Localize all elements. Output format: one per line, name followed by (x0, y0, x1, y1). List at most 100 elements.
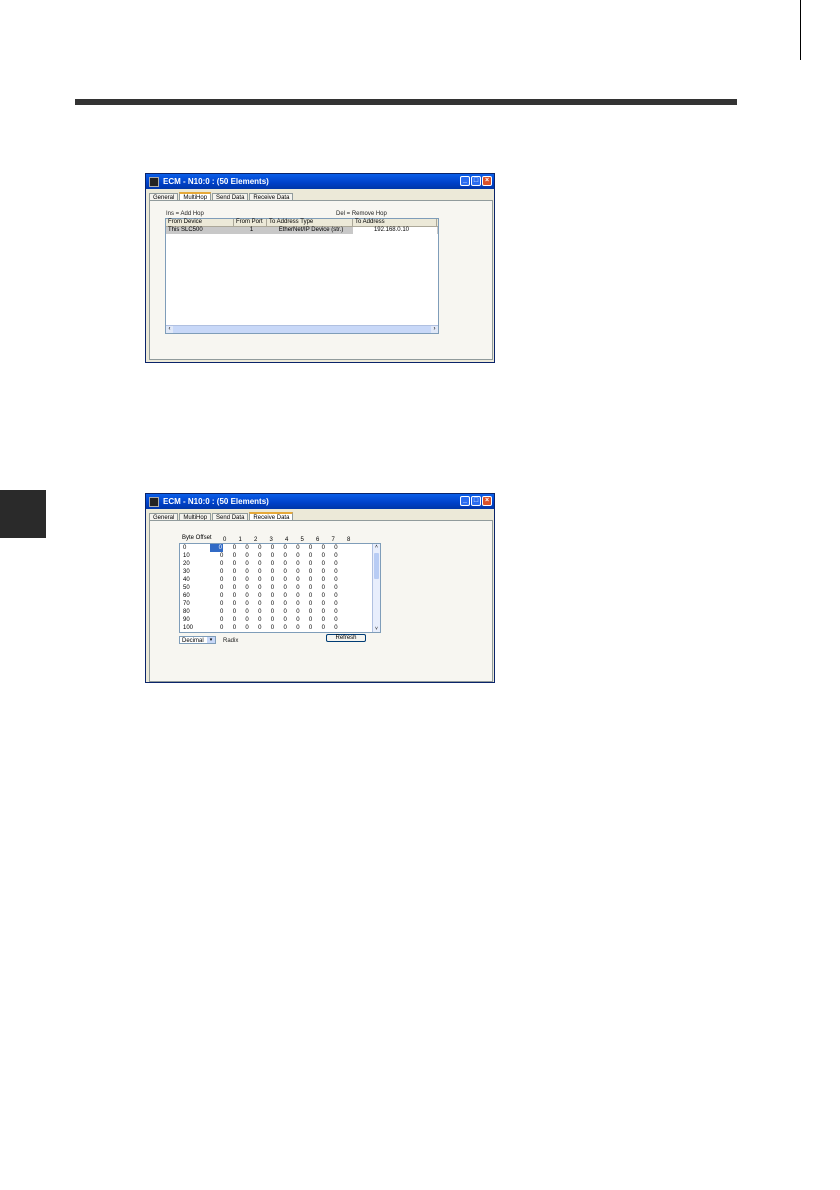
data-cell[interactable]: 0 (271, 608, 274, 616)
data-cell[interactable]: 0 (322, 584, 325, 592)
data-cell[interactable]: 0 (309, 624, 312, 632)
data-cell[interactable]: 0 (245, 592, 248, 600)
data-cell[interactable]: 0 (220, 608, 223, 616)
data-cell[interactable]: 0 (309, 592, 312, 600)
data-cell[interactable]: 0 (220, 552, 223, 560)
data-cell[interactable]: 0 (258, 608, 261, 616)
data-cell[interactable]: 0 (334, 552, 337, 560)
data-cell[interactable]: 0 (233, 600, 236, 608)
data-cell[interactable]: 0 (245, 584, 248, 592)
data-cell[interactable]: 0 (284, 592, 287, 600)
data-cell[interactable]: 0 (334, 568, 337, 576)
maximize-button[interactable]: □ (471, 496, 481, 506)
data-cell[interactable]: 0 (245, 560, 248, 568)
data-cell[interactable]: 0 (334, 616, 337, 624)
data-cell[interactable]: 0 (284, 576, 287, 584)
data-cell[interactable]: 0 (309, 568, 312, 576)
data-cell[interactable]: 0 (271, 552, 274, 560)
close-button[interactable]: × (482, 496, 492, 506)
data-cell[interactable]: 0 (296, 576, 299, 584)
data-cell[interactable]: 0 (334, 576, 337, 584)
close-button[interactable]: × (482, 176, 492, 186)
data-cell[interactable]: 0 (322, 560, 325, 568)
data-cell[interactable]: 0 (296, 600, 299, 608)
data-grid[interactable]: ˄ ˅ 0 0 0 0 0 0 0 0 0 0 0 10 0 0 0 0 0 0 0 0 0 0 20 0 0 0 0 0 0 0 0 0 0 3… (179, 543, 381, 633)
data-cell[interactable]: 0 (296, 584, 299, 592)
data-cell[interactable]: 0 (258, 552, 261, 560)
data-cell[interactable]: 0 (233, 552, 236, 560)
data-cell[interactable]: 0 (284, 624, 287, 632)
data-cell[interactable]: 0 (220, 600, 223, 608)
data-cell[interactable]: 0 (334, 592, 337, 600)
data-cell[interactable]: 0 (210, 544, 223, 552)
data-cell[interactable]: 0 (220, 568, 223, 576)
data-cell[interactable]: 0 (296, 552, 299, 560)
horizontal-scrollbar[interactable]: ‹ › (166, 325, 438, 333)
data-cell[interactable]: 0 (233, 608, 236, 616)
table-row[interactable]: This SLC500 1 EtherNet/IP Device (str.) … (166, 227, 438, 234)
data-cell[interactable]: 0 (309, 600, 312, 608)
data-cell[interactable]: 0 (334, 600, 337, 608)
data-cell[interactable]: 0 (271, 600, 274, 608)
data-cell[interactable]: 0 (284, 560, 287, 568)
data-cell[interactable]: 0 (334, 544, 337, 552)
data-cell[interactable]: 0 (296, 544, 299, 552)
data-cell[interactable]: 0 (258, 576, 261, 584)
data-cell[interactable]: 0 (284, 544, 287, 552)
col-to-address-type[interactable]: To Address Type (267, 219, 353, 226)
data-cell[interactable]: 0 (258, 624, 261, 632)
data-cell[interactable]: 0 (271, 584, 274, 592)
title-bar[interactable]: ECM - N10:0 : (50 Elements) _ □ × (146, 174, 494, 189)
col-from-port[interactable]: From Port (234, 219, 267, 226)
data-cell[interactable]: 0 (220, 616, 223, 624)
data-cell[interactable]: 0 (271, 624, 274, 632)
data-cell[interactable]: 0 (334, 560, 337, 568)
data-cell[interactable]: 0 (284, 600, 287, 608)
data-cell[interactable]: 0 (271, 560, 274, 568)
data-cell[interactable]: 0 (233, 568, 236, 576)
radix-select[interactable]: Decimal ▾ (179, 636, 216, 644)
data-cell[interactable]: 0 (309, 616, 312, 624)
data-cell[interactable]: 0 (220, 576, 223, 584)
data-cell[interactable]: 0 (245, 576, 248, 584)
data-cell[interactable]: 0 (309, 544, 312, 552)
minimize-button[interactable]: _ (460, 176, 470, 186)
data-cell[interactable]: 0 (245, 544, 248, 552)
data-cell[interactable]: 0 (296, 608, 299, 616)
minimize-button[interactable]: _ (460, 496, 470, 506)
data-cell[interactable]: 0 (322, 544, 325, 552)
data-cell[interactable]: 0 (322, 552, 325, 560)
data-cell[interactable]: 0 (233, 592, 236, 600)
data-cell[interactable]: 0 (322, 568, 325, 576)
data-cell[interactable]: 0 (296, 624, 299, 632)
data-cell[interactable]: 0 (245, 552, 248, 560)
data-cell[interactable]: 0 (258, 584, 261, 592)
data-cell[interactable]: 0 (258, 616, 261, 624)
data-cell[interactable]: 0 (284, 608, 287, 616)
data-cell[interactable]: 0 (322, 600, 325, 608)
col-from-device[interactable]: From Device (166, 219, 234, 226)
data-cell[interactable]: 0 (284, 552, 287, 560)
data-cell[interactable]: 0 (322, 616, 325, 624)
refresh-button[interactable]: Refresh (326, 634, 366, 642)
data-cell[interactable]: 0 (271, 568, 274, 576)
chevron-down-icon[interactable]: ▾ (207, 637, 215, 643)
title-bar[interactable]: ECM - N10:0 : (50 Elements) _ □ × (146, 494, 494, 509)
cell-to-address[interactable]: 192.168.0.10 (353, 227, 437, 234)
col-to-address[interactable]: To Address (353, 219, 437, 226)
data-cell[interactable]: 0 (233, 576, 236, 584)
data-cell[interactable]: 0 (271, 616, 274, 624)
data-cell[interactable]: 0 (258, 600, 261, 608)
data-cell[interactable]: 0 (220, 584, 223, 592)
data-cell[interactable]: 0 (233, 616, 236, 624)
data-cell[interactable]: 0 (271, 592, 274, 600)
data-cell[interactable]: 0 (271, 576, 274, 584)
data-cell[interactable]: 0 (296, 568, 299, 576)
data-cell[interactable]: 0 (233, 584, 236, 592)
data-cell[interactable]: 0 (245, 608, 248, 616)
data-cell[interactable]: 0 (334, 624, 337, 632)
data-cell[interactable]: 0 (220, 560, 223, 568)
maximize-button[interactable]: □ (471, 176, 481, 186)
data-cell[interactable]: 0 (296, 616, 299, 624)
scroll-right-icon[interactable]: › (431, 326, 438, 333)
